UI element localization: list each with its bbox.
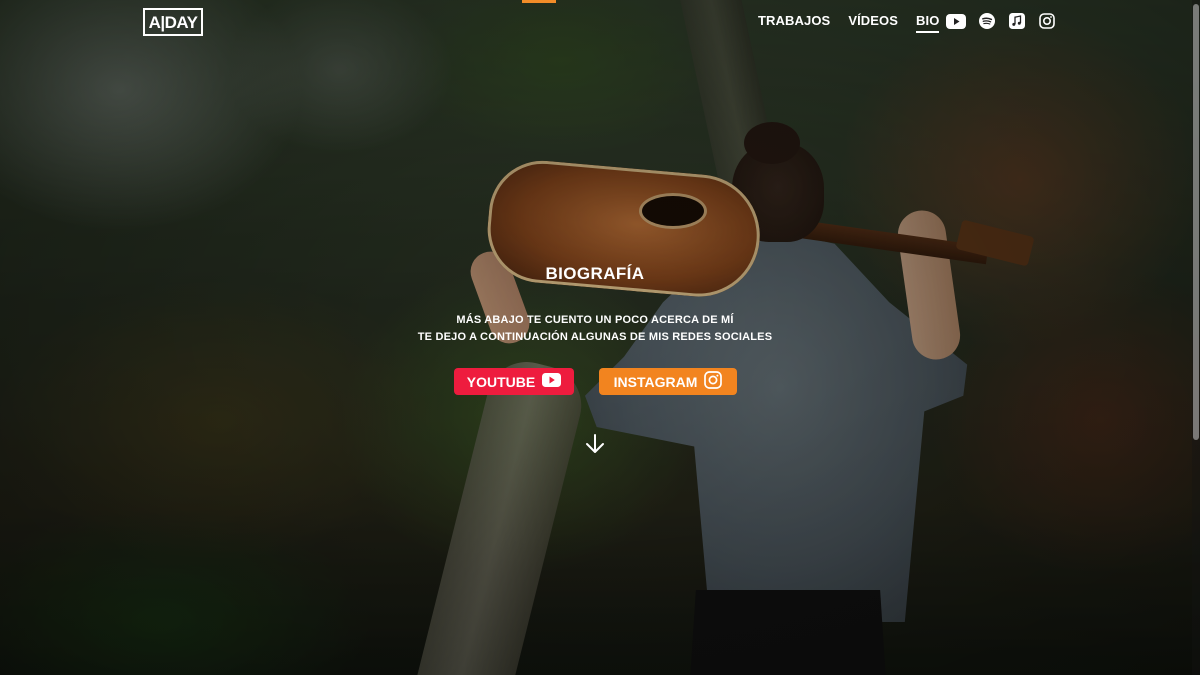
youtube-icon[interactable] [946, 12, 966, 30]
page-scrollbar[interactable] [1192, 0, 1200, 675]
main-nav: TRABAJOS VÍDEOS BIO [758, 13, 940, 33]
instagram-button-label: INSTAGRAM [613, 373, 698, 390]
music-icon[interactable] [1008, 12, 1026, 30]
scrollbar-thumb[interactable] [1193, 4, 1199, 440]
header-social-links [946, 12, 1056, 30]
youtube-button[interactable]: YOUTUBE [454, 368, 574, 395]
instagram-button[interactable]: INSTAGRAM [599, 368, 737, 395]
instagram-icon[interactable] [1038, 12, 1056, 30]
nav-item-videos[interactable]: VÍDEOS [848, 13, 898, 33]
site-logo[interactable]: A|DAY [143, 8, 203, 36]
site-header: A|DAY TRABAJOS VÍDEOS BIO [0, 0, 1200, 44]
hero-subtitle-line-1: MÁS ABAJO TE CUENTO UN POCO ACERCA DE MÍ [456, 314, 734, 326]
instagram-icon [704, 371, 723, 392]
youtube-icon [542, 373, 562, 390]
nav-item-trabajos[interactable]: TRABAJOS [758, 13, 830, 33]
page-title: BIOGRAFÍA [545, 264, 645, 283]
hero-subtitle-line-2: TE DEJO A CONTINUACIÓN ALGUNAS DE MIS RE… [417, 331, 773, 343]
hero-subtitle: MÁS ABAJO TE CUENTO UN POCO ACERCA DE MÍ… [0, 312, 1190, 346]
scroll-down-arrow-icon[interactable] [583, 432, 607, 456]
nav-item-bio[interactable]: BIO [916, 13, 940, 33]
top-accent-bar [522, 0, 556, 3]
spotify-icon[interactable] [978, 12, 996, 30]
youtube-button-label: YOUTUBE [466, 373, 536, 390]
